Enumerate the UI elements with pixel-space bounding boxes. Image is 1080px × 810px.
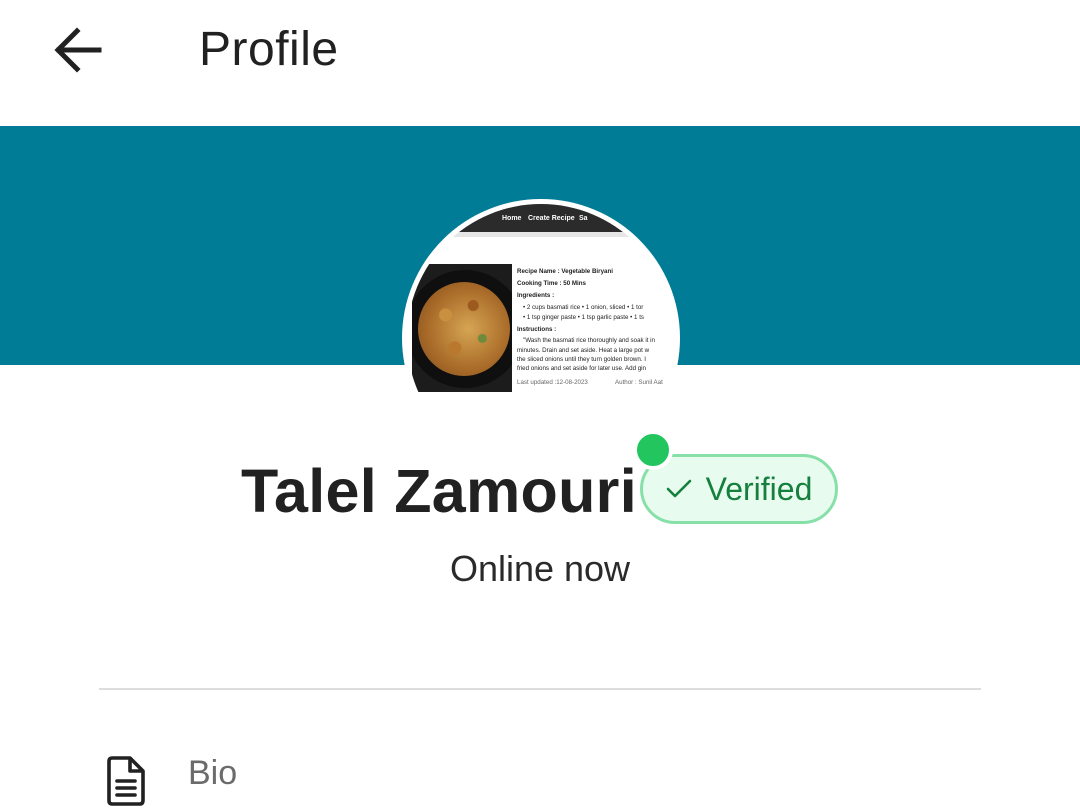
app-bar: Profile <box>0 0 1080 126</box>
avatar-ingredient-line: • 1 tsp ginger paste • 1 tsp garlic past… <box>523 314 645 321</box>
avatar-author: Author : Sunil Aat <box>615 379 663 386</box>
avatar-cooking-time: Cooking Time : 50 Mins <box>517 280 586 287</box>
avatar-instruction-line: the sliced onions until they turn golden… <box>517 356 646 363</box>
bio-label[interactable]: Bio <box>188 754 237 793</box>
avatar-recipe-name: Recipe Name : Vegetable Biryani <box>517 268 613 275</box>
online-status-text: Online now <box>449 548 631 589</box>
page-title: Profile <box>199 23 339 76</box>
avatar-nav-create: Create Recipe <box>528 215 575 222</box>
avatar-ingredients-label: Ingredients : <box>517 292 555 299</box>
profile-name: Talel Zamouri <box>241 457 637 525</box>
avatar-nav-more: Sa <box>579 215 588 222</box>
avatar-nav-home: Home <box>502 215 522 222</box>
online-status-dot <box>633 430 673 470</box>
check-icon <box>666 479 691 498</box>
arrow-left-icon <box>54 27 102 73</box>
avatar-last-updated: Last updated :12-08-2023 <box>517 379 588 386</box>
avatar-image: Home Create Recipe Sa Recipe Name : Vege… <box>407 204 675 472</box>
avatar-nav-bar: Home Create Recipe Sa <box>407 204 675 232</box>
avatar-ingredient-line: • 2 cups basmati rice • 1 onion, sliced … <box>523 304 644 311</box>
divider <box>99 688 981 690</box>
back-button[interactable] <box>44 18 112 82</box>
avatar-instruction-line: fried onions and set aside for later use… <box>517 365 646 372</box>
verified-badge: Verified <box>640 454 838 524</box>
avatar-instruction-line: minutes. Drain and set aside. Heat a lar… <box>517 347 650 354</box>
avatar-instructions-label: Instructions : <box>517 326 557 333</box>
document-icon <box>107 756 145 806</box>
avatar-food-photo <box>412 264 512 392</box>
verified-label: Verified <box>705 470 813 507</box>
avatar-instruction-line: "Wash the basmati rice thoroughly and so… <box>523 337 655 344</box>
avatar-strip <box>407 232 675 237</box>
